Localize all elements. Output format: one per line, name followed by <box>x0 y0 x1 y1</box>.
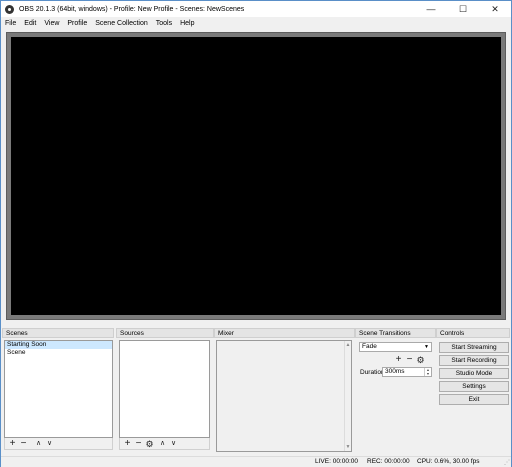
close-button[interactable]: ✕ <box>479 1 511 17</box>
start-streaming-button[interactable]: Start Streaming <box>439 342 509 353</box>
rec-timer: REC: 00:00:00 <box>367 458 410 465</box>
move-source-up-button[interactable]: ∧ <box>157 438 168 449</box>
live-timer: LIVE: 00:00:00 <box>315 458 359 465</box>
menu-scene-collection[interactable]: Scene Collection <box>91 20 152 27</box>
duration-spinbox[interactable]: 300ms ▲ ▼ <box>382 367 432 377</box>
duration-spin-buttons[interactable]: ▲ ▼ <box>424 368 431 376</box>
duration-value: 300ms <box>385 368 405 375</box>
mixer-dock-header: Mixer <box>214 328 355 338</box>
spin-down-icon[interactable]: ▼ <box>425 372 431 376</box>
transition-select-value: Fade <box>362 343 377 350</box>
duration-label: Duration <box>360 369 385 376</box>
move-scene-up-button[interactable]: ∧ <box>33 438 44 449</box>
start-recording-button[interactable]: Start Recording <box>439 355 509 366</box>
maximize-button[interactable]: ☐ <box>447 1 479 17</box>
menu-profile[interactable]: Profile <box>63 20 91 27</box>
remove-scene-button[interactable]: − <box>18 438 29 449</box>
transition-toolbar: + − ⚙ <box>393 354 426 365</box>
controls-dock-header: Controls <box>436 328 510 338</box>
remove-source-button[interactable]: − <box>133 438 144 449</box>
preview-frame <box>6 32 506 320</box>
move-source-down-button[interactable]: ∨ <box>168 438 179 449</box>
window-title: OBS 20.1.3 (64bit, windows) - Profile: N… <box>19 5 245 13</box>
add-source-button[interactable]: + <box>122 438 133 449</box>
status-bar: LIVE: 00:00:00 REC: 00:00:00 CPU: 0.6%, … <box>1 456 511 467</box>
transition-properties-gear-icon[interactable]: ⚙ <box>415 354 426 365</box>
sources-toolbar: + − ⚙ ∧ ∨ <box>119 438 210 450</box>
add-transition-button[interactable]: + <box>393 354 404 365</box>
source-properties-gear-icon[interactable]: ⚙ <box>144 438 155 449</box>
scroll-up-arrow-icon[interactable]: ▲ <box>345 342 351 348</box>
obs-logo-icon <box>5 4 14 14</box>
transition-select[interactable]: Fade ▼ <box>359 342 432 352</box>
sources-dock-header: Sources <box>116 328 214 338</box>
scenes-dock-header: Scenes <box>2 328 114 338</box>
minimize-button[interactable]: — <box>415 1 447 17</box>
title-bar: OBS 20.1.3 (64bit, windows) - Profile: N… <box>1 1 511 17</box>
cpu-fps-readout: CPU: 0.6%, 30.00 fps <box>417 458 480 465</box>
mixer-panel: ▲ ▼ <box>216 340 352 452</box>
scene-item-scene[interactable]: Scene <box>5 349 112 357</box>
resize-grip-icon[interactable]: ⋰ <box>504 460 510 466</box>
move-scene-down-button[interactable]: ∨ <box>44 438 55 449</box>
transitions-dock-header: Scene Transitions <box>355 328 436 338</box>
scenes-list[interactable]: Starting Soon Scene <box>4 340 113 438</box>
settings-button[interactable]: Settings <box>439 381 509 392</box>
scene-item-starting-soon[interactable]: Starting Soon <box>5 341 112 349</box>
remove-transition-button[interactable]: − <box>404 354 415 365</box>
menu-help[interactable]: Help <box>176 20 198 27</box>
sources-list[interactable] <box>119 340 210 438</box>
menu-edit[interactable]: Edit <box>20 20 40 27</box>
exit-button[interactable]: Exit <box>439 394 509 405</box>
menu-bar: File Edit View Profile Scene Collection … <box>1 17 511 29</box>
studio-mode-button[interactable]: Studio Mode <box>439 368 509 379</box>
mixer-scrollbar[interactable]: ▲ ▼ <box>344 341 351 451</box>
menu-tools[interactable]: Tools <box>152 20 176 27</box>
menu-view[interactable]: View <box>40 20 63 27</box>
obs-main-window: OBS 20.1.3 (64bit, windows) - Profile: N… <box>0 0 512 467</box>
scroll-down-arrow-icon[interactable]: ▼ <box>345 444 351 450</box>
preview-canvas[interactable] <box>11 37 501 315</box>
window-controls: — ☐ ✕ <box>415 1 511 17</box>
scenes-toolbar: + − ∧ ∨ <box>4 438 113 450</box>
menu-file[interactable]: File <box>1 20 20 27</box>
add-scene-button[interactable]: + <box>7 438 18 449</box>
dropdown-arrow-icon: ▼ <box>424 344 429 350</box>
